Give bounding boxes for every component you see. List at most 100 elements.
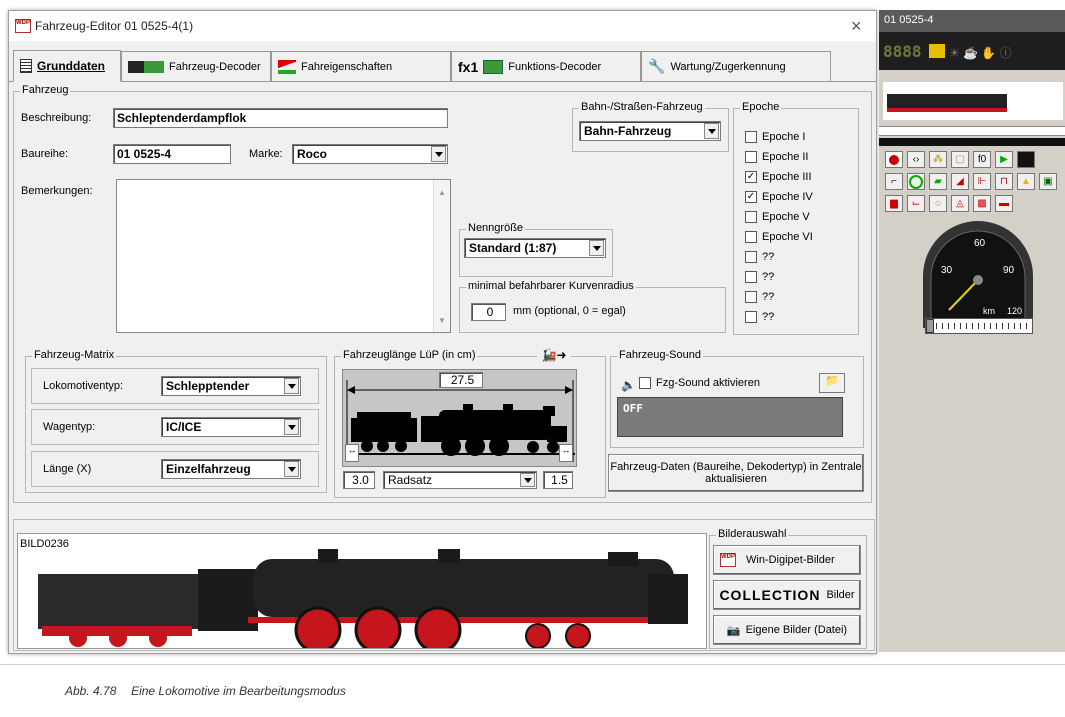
checkbox-box[interactable] (745, 311, 757, 323)
radsatz-right-input[interactable]: 1.5 (543, 471, 573, 489)
checkbox-box[interactable] (639, 377, 651, 389)
checkbox-box[interactable] (745, 231, 757, 243)
lokotyp-value: Schlepptender (166, 379, 250, 393)
ramp-icon[interactable]: ◢ (951, 173, 969, 190)
sound-checkbox[interactable]: Fzg-Sound aktivieren (639, 377, 760, 389)
loco-body (887, 94, 1007, 108)
tab-baseline (9, 81, 876, 82)
direction-toggle-icon[interactable]: ‹› (907, 151, 925, 168)
wagentyp-label: Wagentyp: (43, 421, 96, 433)
lokotyp-select[interactable]: Schlepptender (161, 376, 301, 396)
chevron-down-icon[interactable] (520, 473, 535, 487)
tab-wartung[interactable]: 🔧 Wartung/Zugerkennung (641, 51, 831, 81)
coupler-icon[interactable]: ⊓ (995, 173, 1013, 190)
checkbox-box[interactable] (745, 131, 757, 143)
dark-icon[interactable] (1017, 151, 1035, 168)
caption-text: Eine Lokomotive im Bearbeitungsmodus (131, 684, 346, 698)
hook-icon[interactable]: ⌙ (907, 195, 925, 212)
laenge-select[interactable]: Einzelfahrzeug (161, 459, 301, 479)
epoche-checkbox[interactable]: ?? (745, 271, 774, 283)
epoche-checkbox[interactable]: Epoche I (745, 131, 805, 143)
checkbox-box[interactable] (745, 271, 757, 283)
stop-icon[interactable] (885, 151, 903, 168)
scrollbar[interactable]: ▲ ▼ (433, 180, 450, 332)
epoche-checkbox[interactable]: Epoche V (745, 211, 810, 223)
tab-funktions-decoder[interactable]: fx1 Funktions-Decoder (451, 51, 641, 81)
crane-icon[interactable]: ⌐ (885, 173, 903, 190)
baureihe-input[interactable]: 01 0525-4 (113, 144, 231, 164)
camera-icon: 📷 (726, 624, 741, 637)
kurvenradius-input[interactable]: 0 (471, 303, 506, 321)
chevron-down-icon[interactable] (704, 123, 719, 139)
win-digipet-bilder-button[interactable]: WDP Win-Digipet-Bilder (713, 545, 861, 575)
epoche-checkbox[interactable]: ✓ Epoche IV (745, 191, 813, 203)
radsatz-left-input[interactable]: 3.0 (343, 471, 375, 489)
nenngroesse-select[interactable]: Standard (1:87) (464, 238, 606, 258)
speedometer-gauge: 60 30 90 120 km (923, 221, 1033, 328)
checkbox-box[interactable]: ✓ (745, 191, 757, 203)
radsatz-select[interactable]: Radsatz (383, 471, 537, 489)
signal-icon[interactable]: ⊩ (973, 173, 991, 190)
scroll-up-icon[interactable]: ▲ (438, 188, 446, 197)
warning-icon[interactable]: ▲ (1017, 173, 1035, 190)
caption-number: Abb. 4.78 (65, 684, 117, 698)
marke-select[interactable]: Roco (292, 144, 448, 164)
update-zentrale-button[interactable]: Fahrzeug-Daten (Baureihe, Dekodertyp) in… (608, 454, 864, 492)
epoche-checkbox[interactable]: ?? (745, 251, 774, 263)
fahrzeug-editor-window: WDP Fahrzeug-Editor 01 0525-4(1) × Grund… (8, 10, 877, 654)
green-light-icon[interactable] (907, 173, 925, 190)
epoche-checkbox[interactable]: ?? (745, 291, 774, 303)
folder-icon[interactable]: 📁 (819, 373, 845, 393)
epoche-checkbox[interactable]: ✓ Epoche III (745, 171, 812, 183)
group-icon[interactable]: ⁂ (929, 151, 947, 168)
tab-label: Grunddaten (37, 59, 105, 73)
speed-mark-90: 90 (1003, 265, 1015, 276)
scroll-down-icon[interactable]: ▼ (438, 316, 446, 325)
throttle-slider[interactable] (925, 318, 1033, 334)
station-icon[interactable]: ▩ (973, 195, 991, 212)
triangle-icon[interactable]: ◬ (951, 195, 969, 212)
chevron-down-icon[interactable] (284, 378, 299, 394)
close-button[interactable]: × (851, 16, 862, 37)
wagentyp-select[interactable]: IC/ICE (161, 417, 301, 437)
f0-button[interactable]: f0 (973, 151, 991, 168)
chevron-down-icon[interactable] (284, 461, 299, 477)
bahn-select[interactable]: Bahn-Fahrzeug (579, 121, 721, 141)
page-icon[interactable]: ▢ (951, 151, 969, 168)
group-legend: Fahrzeug (20, 84, 71, 96)
laenge-label: Länge (X) (43, 463, 92, 475)
bell-icon[interactable]: ▆ (885, 195, 903, 212)
beschreibung-input[interactable]: Schleptenderdampflok (113, 108, 448, 128)
epoche-checkbox[interactable]: Epoche VI (745, 231, 813, 243)
tab-fahrzeug-decoder[interactable]: Fahrzeug-Decoder (121, 51, 271, 81)
epoche-checkbox[interactable]: ?? (745, 311, 774, 323)
speed-bar[interactable] (879, 126, 1065, 136)
checkbox-box[interactable] (745, 251, 757, 263)
eigene-bilder-button[interactable]: 📷 Eigene Bilder (Datei) (713, 615, 861, 645)
checkbox-box[interactable] (745, 151, 757, 163)
loco-measure-icon[interactable]: 🚂➜ (537, 348, 571, 366)
slider-handle[interactable] (926, 319, 934, 333)
play-icon[interactable]: ▶ (995, 151, 1013, 168)
speech-icon[interactable]: ◌ (929, 195, 947, 212)
checkbox-box[interactable] (745, 291, 757, 303)
chevron-down-icon[interactable] (431, 146, 446, 162)
laenge-input[interactable]: 27.5 (439, 372, 483, 388)
tab-grunddaten[interactable]: Grunddaten (13, 50, 121, 82)
fx1-icon: fx1 (458, 58, 479, 75)
checkbox-box[interactable] (745, 211, 757, 223)
checkbox-box[interactable]: ✓ (745, 171, 757, 183)
loco-icon[interactable]: ▣ (1039, 173, 1057, 190)
loco-thumbnail (883, 82, 1063, 120)
bemerkungen-textarea[interactable]: ▲ ▼ (116, 179, 451, 333)
epoche-checkbox[interactable]: Epoche II (745, 151, 808, 163)
tab-fahreigenschaften[interactable]: Fahreigenschaften (271, 51, 451, 81)
speedometer: 60 30 90 120 km (919, 218, 1037, 328)
bemerkungen-label: Bemerkungen: (21, 185, 93, 197)
group-legend: minimal befahrbarer Kurvenradius (466, 280, 636, 292)
wagon-icon[interactable]: ▬ (995, 195, 1013, 212)
car-icon[interactable]: ▰ (929, 173, 947, 190)
chevron-down-icon[interactable] (284, 419, 299, 435)
chevron-down-icon[interactable] (589, 240, 604, 256)
collection-bilder-button[interactable]: COLLECTION Bilder (713, 580, 861, 610)
